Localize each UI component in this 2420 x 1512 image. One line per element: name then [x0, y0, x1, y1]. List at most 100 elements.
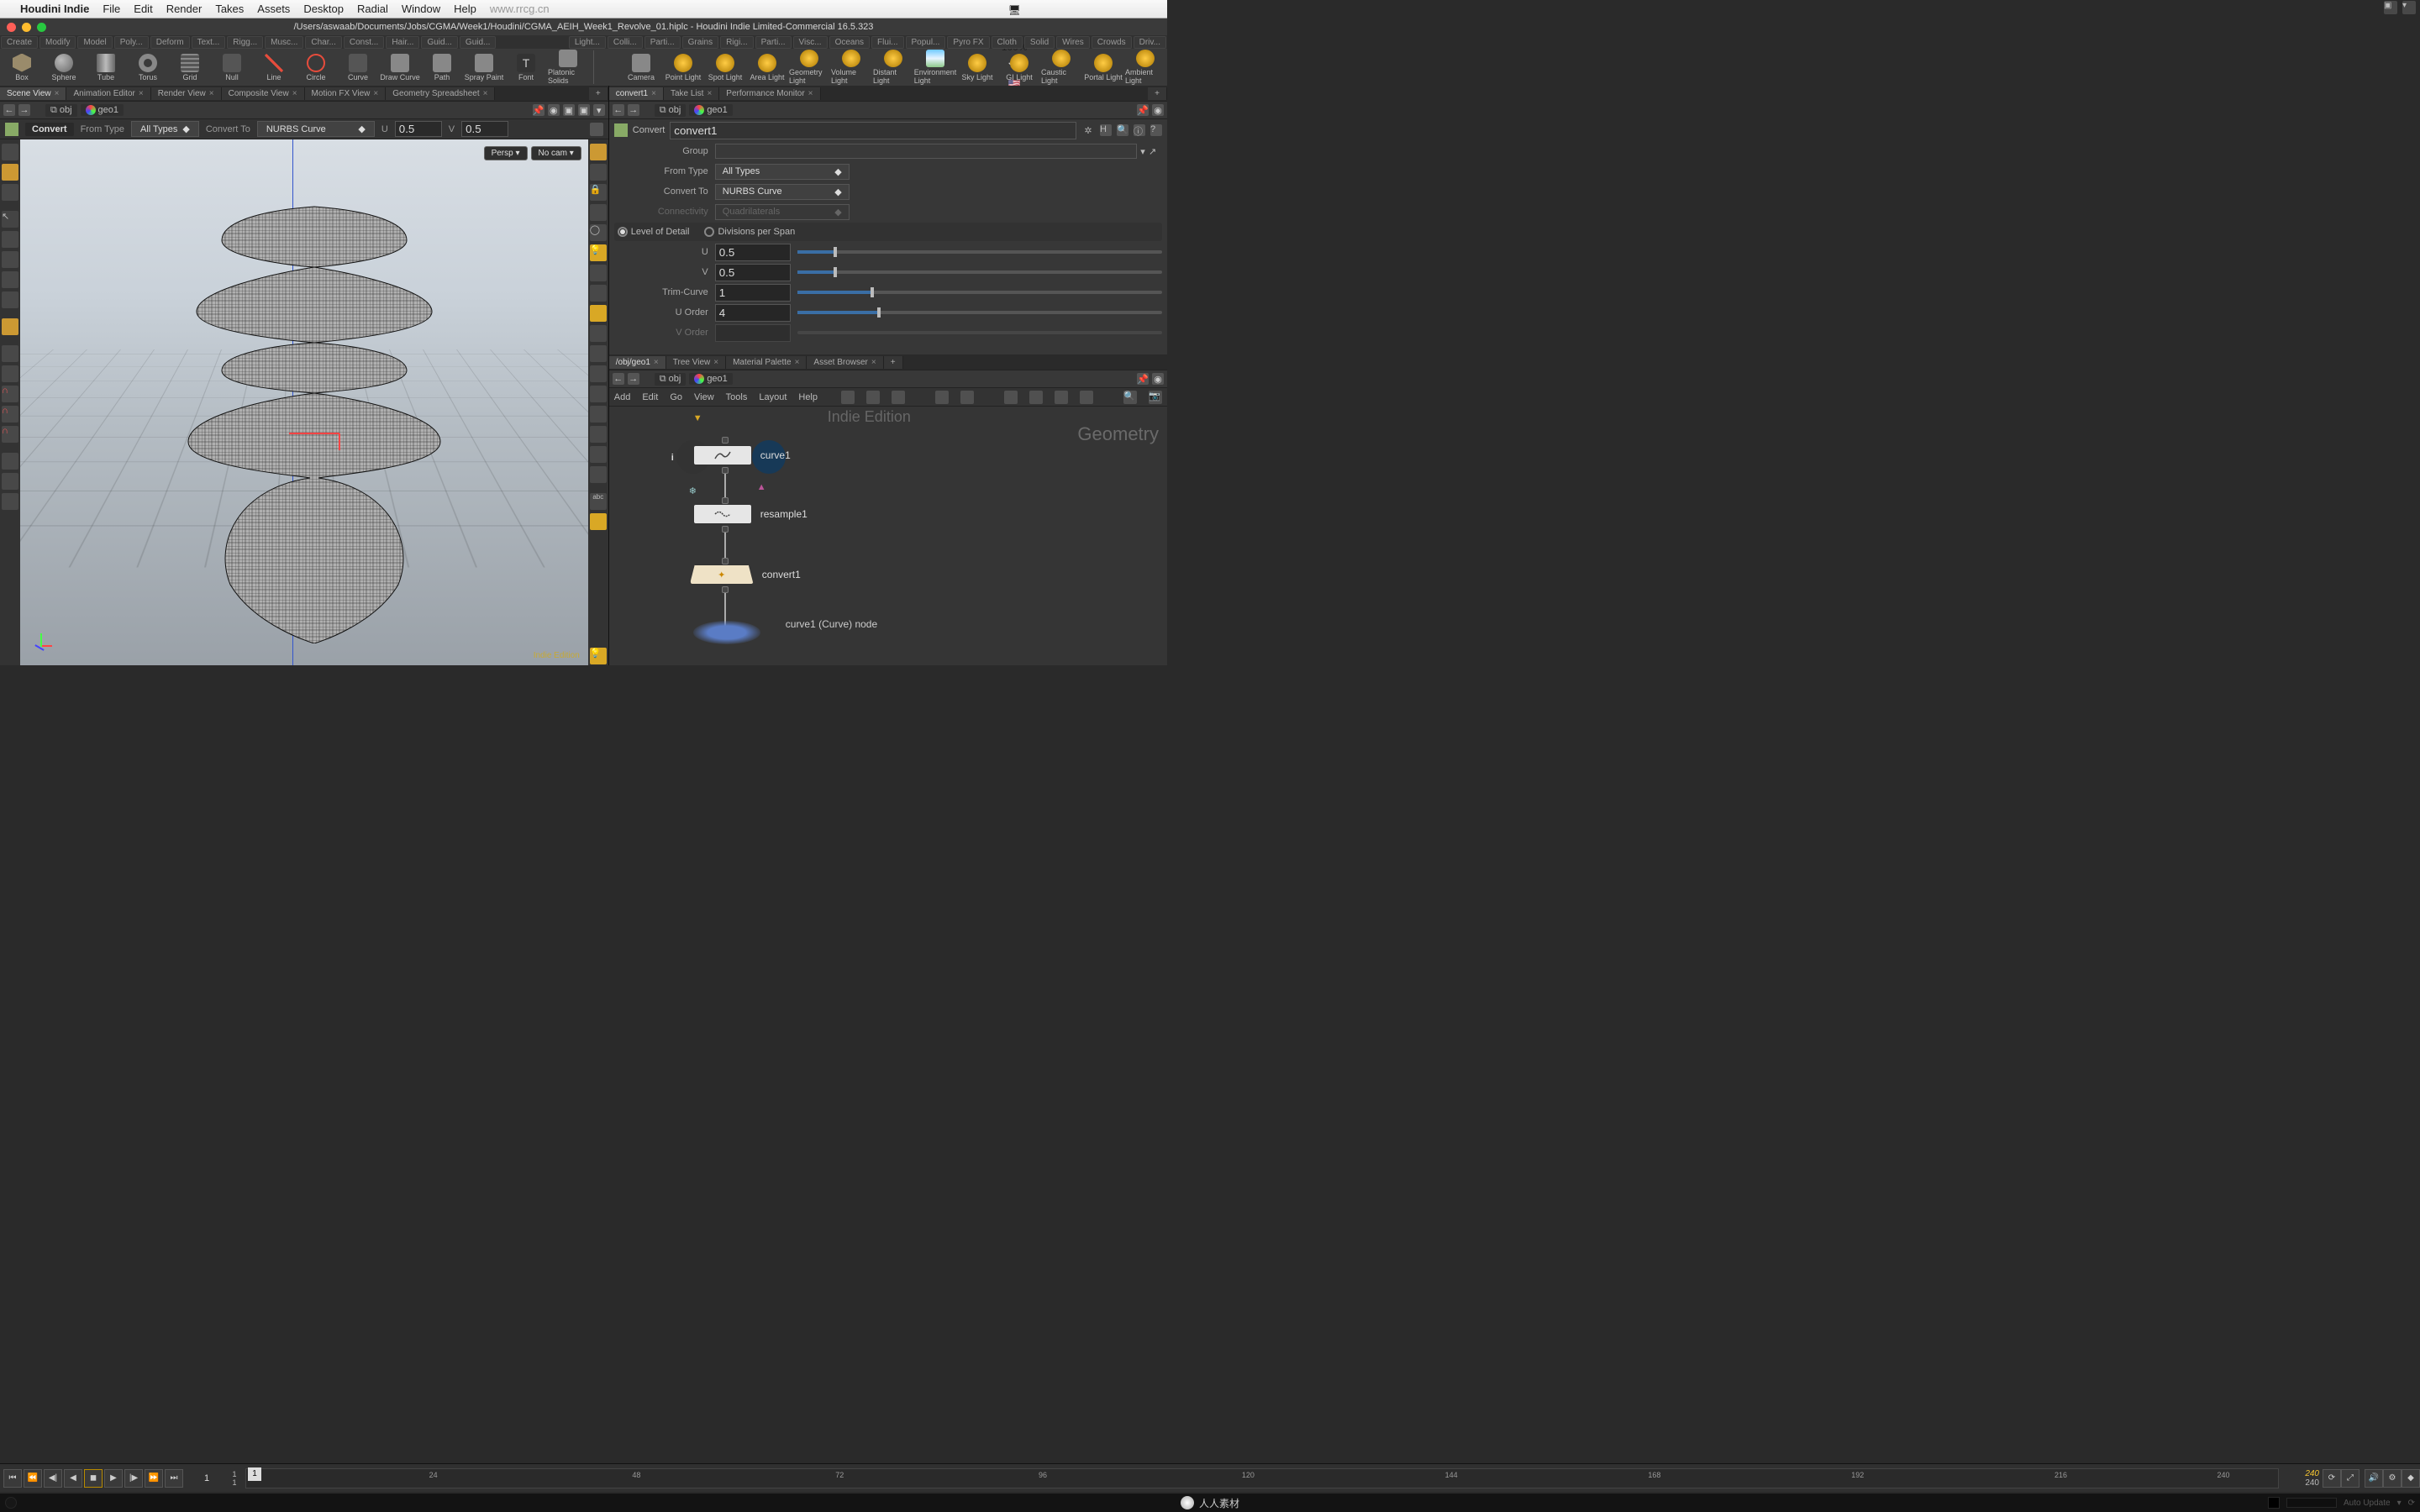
shelf-tab-deform[interactable]: Deform: [150, 36, 190, 49]
shelf-tab-rigid[interactable]: Rigi...: [720, 36, 754, 49]
timeline-first-button[interactable]: ⏮: [3, 1469, 22, 1488]
earth-icon[interactable]: ◉: [548, 104, 560, 116]
close-icon[interactable]: ×: [55, 89, 60, 98]
move-icon[interactable]: [2, 231, 18, 248]
shelf-tab-wires[interactable]: Wires: [1056, 36, 1090, 49]
radio-lod[interactable]: Level of Detail: [618, 227, 690, 237]
timeline-playback-button[interactable]: ◀: [64, 1469, 82, 1488]
timeline-ruler[interactable]: 1 24 48 72 96 120 144 168 192 216 240: [245, 1468, 2279, 1488]
input-uorder[interactable]: [715, 304, 791, 322]
wrench-icon[interactable]: [841, 391, 855, 404]
timeline-last-button[interactable]: ⏭: [165, 1469, 183, 1488]
tab-geo-spreadsheet[interactable]: Geometry Spreadsheet×: [386, 87, 495, 100]
shelf-tab-viscous[interactable]: Visc...: [793, 36, 828, 49]
xray-icon[interactable]: [590, 285, 607, 302]
tool-torus[interactable]: Torus: [128, 50, 168, 85]
shelf-tab-modify[interactable]: Modify: [39, 36, 76, 49]
tool-path[interactable]: Path: [422, 50, 462, 85]
playhead-marker[interactable]: 1: [248, 1467, 261, 1481]
visualizer-icon[interactable]: [590, 466, 607, 483]
snap-grid-icon[interactable]: [2, 345, 18, 362]
range-start[interactable]: 11: [227, 1470, 242, 1487]
menu-edit[interactable]: Edit: [134, 3, 152, 15]
timeline-stepfwd-button[interactable]: |▶: [124, 1469, 143, 1488]
point-display-icon[interactable]: [590, 345, 607, 362]
tab-convert1[interactable]: convert1×: [609, 87, 664, 100]
shelf-tab-oceans[interactable]: Oceans: [829, 36, 870, 49]
pin-icon[interactable]: 📌: [533, 104, 544, 116]
breadcrumb-obj[interactable]: ⧉obj: [655, 373, 687, 386]
tool-spray[interactable]: Spray Paint: [464, 50, 504, 85]
nav-back-icon[interactable]: ←: [3, 104, 15, 116]
link-icon[interactable]: ◉: [1152, 373, 1164, 385]
current-frame-input[interactable]: 1: [187, 1473, 227, 1483]
shelf-tab-create[interactable]: Create: [1, 36, 38, 49]
viewport-persp-dropdown[interactable]: Persp ▾: [484, 146, 528, 160]
tool-area-light[interactable]: Area Light: [747, 50, 787, 85]
nav-fwd-icon[interactable]: →: [18, 104, 30, 116]
snap-multi-icon[interactable]: ∩: [2, 426, 18, 443]
tool-platonic[interactable]: Platonic Solids: [548, 50, 588, 85]
global-anim-icon[interactable]: ⚙: [2383, 1469, 2402, 1488]
tool-distant-light[interactable]: Distant Light: [873, 50, 913, 85]
display-options-icon[interactable]: [590, 144, 607, 160]
tool-volume-light[interactable]: Volume Light: [831, 50, 871, 85]
bg-image-icon[interactable]: [590, 446, 607, 463]
netbox-icon[interactable]: [1029, 391, 1043, 404]
rotate-tool-icon[interactable]: [2, 184, 18, 201]
hscript-icon[interactable]: H: [1100, 124, 1112, 136]
list-icon[interactable]: [866, 391, 880, 404]
normal-display-icon[interactable]: [590, 365, 607, 382]
tool-geo-light[interactable]: Geometry Light: [789, 50, 829, 85]
tool-null[interactable]: Null: [212, 50, 252, 85]
menu-radial[interactable]: Radial: [357, 3, 388, 15]
netmenu-edit[interactable]: Edit: [642, 392, 658, 402]
tab-material-palette[interactable]: Material Palette×: [726, 356, 807, 369]
find-icon[interactable]: 🔍: [1123, 391, 1137, 404]
point-num-icon[interactable]: [590, 426, 607, 443]
search-icon[interactable]: 🔍: [1117, 124, 1128, 136]
gear-icon[interactable]: ✲: [1081, 123, 1095, 137]
tab-add-icon[interactable]: +: [1148, 87, 1167, 100]
link-icon[interactable]: ◉: [1152, 104, 1164, 116]
slider-trim[interactable]: [797, 291, 1162, 294]
audio-icon[interactable]: 🔊: [2365, 1469, 2383, 1488]
grid1-icon[interactable]: [935, 391, 949, 404]
ghost-icon[interactable]: ▣: [578, 104, 590, 116]
color-icon[interactable]: [1080, 391, 1093, 404]
breadcrumb-obj[interactable]: ⧉obj: [655, 104, 687, 117]
render-icon[interactable]: [2, 493, 18, 510]
netmenu-add[interactable]: Add: [614, 392, 631, 402]
pose-icon[interactable]: [2, 291, 18, 308]
tool-grid[interactable]: Grid: [170, 50, 210, 85]
input-param-v[interactable]: [715, 264, 791, 281]
tool-env-light[interactable]: Environment Light: [915, 50, 955, 85]
timeline-stop-button[interactable]: ◼: [84, 1469, 103, 1488]
image-icon[interactable]: [1055, 391, 1068, 404]
timeline-play-button[interactable]: ▶: [104, 1469, 123, 1488]
input-u[interactable]: [395, 121, 442, 137]
node-name-field[interactable]: [670, 122, 1076, 139]
window-close-icon[interactable]: [7, 23, 16, 32]
ref-plane-icon[interactable]: [590, 164, 607, 181]
uv-display-icon[interactable]: [590, 386, 607, 402]
tool-sphere[interactable]: Sphere: [44, 50, 84, 85]
shelf-tab-rigging[interactable]: Rigg...: [227, 36, 263, 49]
rotate-icon[interactable]: [2, 251, 18, 268]
tool-line[interactable]: Line: [254, 50, 294, 85]
netmenu-go[interactable]: Go: [670, 392, 682, 402]
snap-prim-icon[interactable]: ∩: [2, 406, 18, 423]
shelf-tab-text[interactable]: Text...: [192, 36, 226, 49]
tool-circle[interactable]: Circle: [296, 50, 336, 85]
nav-fwd-icon[interactable]: →: [628, 104, 639, 116]
shelf-tab-muscles[interactable]: Musc...: [265, 36, 303, 49]
dropdown-convertto[interactable]: NURBS Curve◆: [715, 184, 850, 200]
tool-gi-light[interactable]: GI Light: [999, 50, 1039, 85]
tool-caustic-light[interactable]: Caustic Light: [1041, 50, 1081, 85]
tab-tree-view[interactable]: Tree View×: [666, 356, 726, 369]
help-icon[interactable]: ?: [1150, 124, 1162, 136]
tab-asset-browser[interactable]: Asset Browser×: [807, 356, 883, 369]
window-zoom-icon[interactable]: [37, 23, 46, 32]
menu-assets[interactable]: Assets: [257, 3, 290, 15]
range-lock-icon[interactable]: ⤢: [2341, 1469, 2360, 1488]
